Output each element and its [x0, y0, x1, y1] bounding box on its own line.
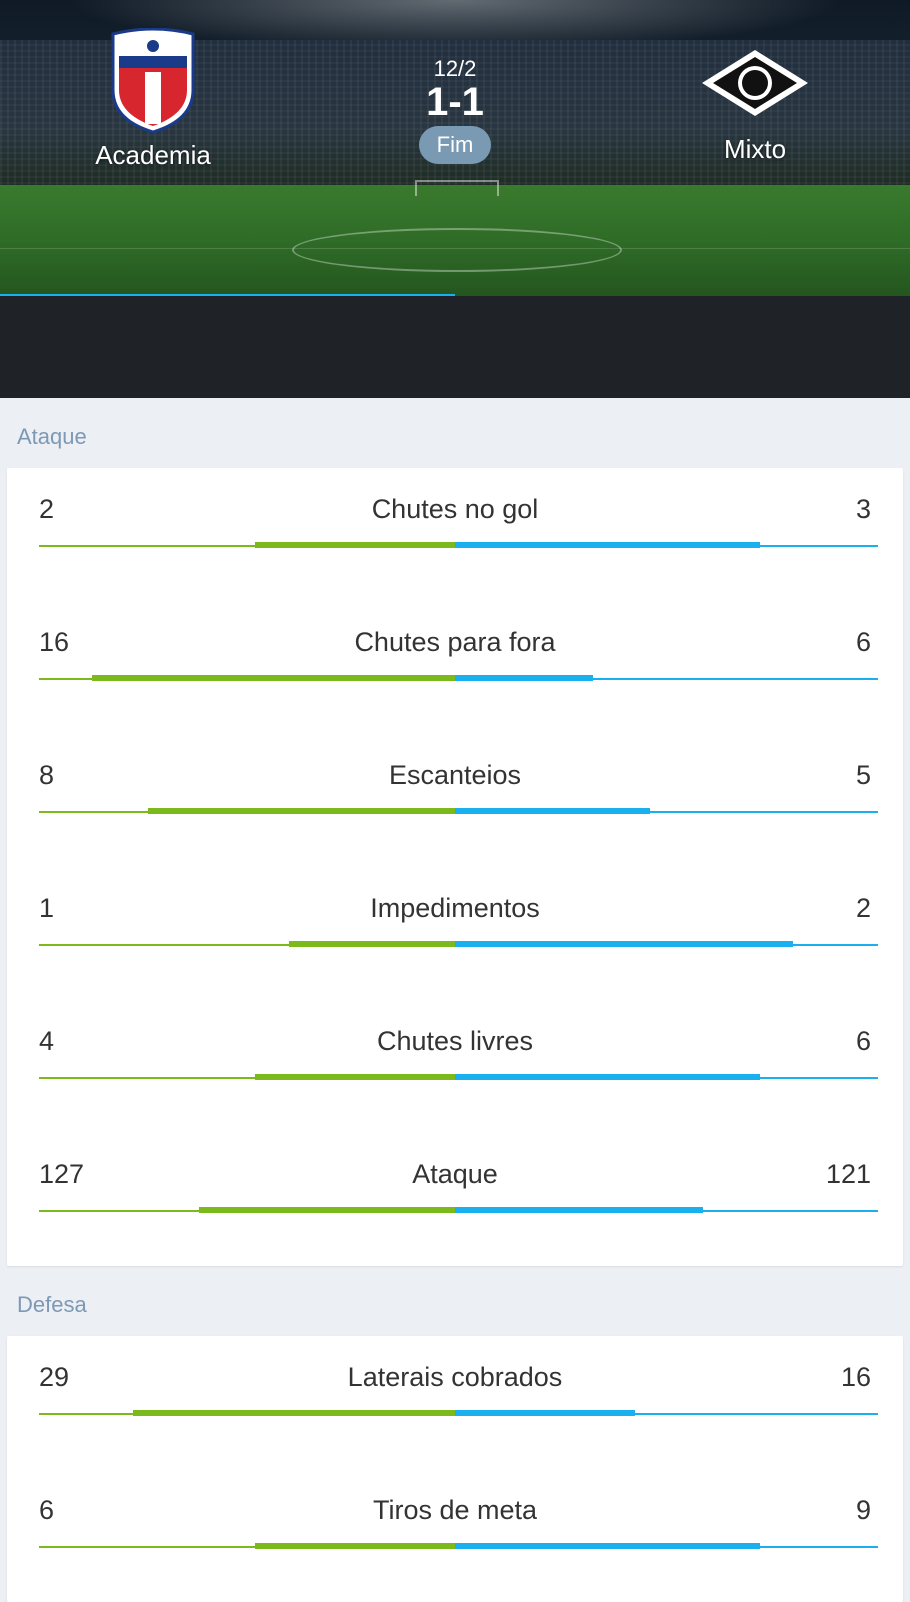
stat-row: 8 Escanteios 5 [7, 734, 903, 867]
match-center-info: 12/2 1-1 Fim [355, 56, 555, 164]
away-bar-fill [455, 1207, 703, 1213]
home-bar-fill [92, 675, 455, 681]
stat-label: Escanteios [388, 760, 522, 790]
away-stat-value: 3 [855, 494, 871, 524]
match-status-badge: Fim [418, 126, 492, 164]
stat-label: Chutes livres [376, 1026, 534, 1056]
home-bar-fill [255, 1074, 455, 1080]
away-bar-fill [455, 808, 650, 814]
stat-row: 16 Chutes para fora 6 [7, 601, 903, 734]
stat-row: 4 Chutes livres 6 [7, 1000, 903, 1133]
tab-bar-area [0, 296, 910, 398]
away-bar-fill [455, 675, 593, 681]
stat-row: 1 Impedimentos 2 [7, 867, 903, 1000]
stat-row: 29 Laterais cobrados 16 [7, 1336, 903, 1469]
match-header: Academia 12/2 1-1 Fim Mixto [0, 0, 910, 296]
away-bar-fill [455, 941, 793, 947]
section-title: Defesa [17, 1292, 87, 1317]
stat-row: 127 Ataque 121 [7, 1133, 903, 1266]
away-stat-value: 9 [855, 1495, 871, 1525]
goal-frame [415, 180, 499, 196]
stat-label: Tiros de meta [372, 1495, 538, 1525]
match-date: 12/2 [433, 56, 477, 81]
away-team-name: Mixto [723, 134, 787, 164]
away-bar-fill [455, 1410, 635, 1416]
academia-crest-logo [109, 27, 197, 134]
home-bar-fill [148, 808, 455, 814]
away-bar-fill [455, 1074, 760, 1080]
section-title: Ataque [17, 424, 87, 449]
home-team-name: Academia [95, 140, 211, 170]
away-bar-fill [455, 542, 760, 548]
match-score: 1-1 [426, 80, 484, 124]
stat-row: 2 Chutes no gol 3 [7, 468, 903, 601]
away-stat-value: 16 [840, 1362, 871, 1392]
mixto-diamond-logo [700, 48, 810, 118]
away-stat-value: 6 [855, 1026, 871, 1056]
stats-card: 2 Chutes no gol 3 16 Chutes para fora 6 8 Escan… [7, 468, 903, 1266]
match-progress-bar [0, 294, 455, 296]
home-bar-fill [199, 1207, 455, 1213]
home-bar-fill [133, 1410, 455, 1416]
pitch-center-circle [292, 228, 622, 272]
home-bar-fill [289, 941, 455, 947]
stats-card: 29 Laterais cobrados 16 6 Tiros de meta 9 [7, 1336, 903, 1602]
home-bar-fill [255, 1543, 455, 1549]
away-stat-value: 6 [855, 627, 871, 657]
away-bar-fill [455, 1543, 760, 1549]
home-team[interactable]: Academia [53, 27, 253, 171]
away-stat-value: 5 [855, 760, 871, 790]
stat-label: Laterais cobrados [347, 1362, 563, 1392]
stats-sections: Ataque 2 Chutes no gol 3 16 Chutes para fora 6… [0, 398, 910, 1602]
away-stat-value: 121 [825, 1159, 871, 1189]
stat-label: Impedimentos [370, 893, 540, 923]
away-team[interactable]: Mixto [655, 28, 855, 165]
away-stat-value: 2 [855, 893, 871, 923]
stat-label: Chutes no gol [371, 494, 539, 524]
stat-label: Ataque [412, 1159, 498, 1189]
stat-label: Chutes para fora [354, 627, 556, 657]
home-bar-fill [255, 542, 455, 548]
stat-row: 6 Tiros de meta 9 [7, 1469, 903, 1602]
